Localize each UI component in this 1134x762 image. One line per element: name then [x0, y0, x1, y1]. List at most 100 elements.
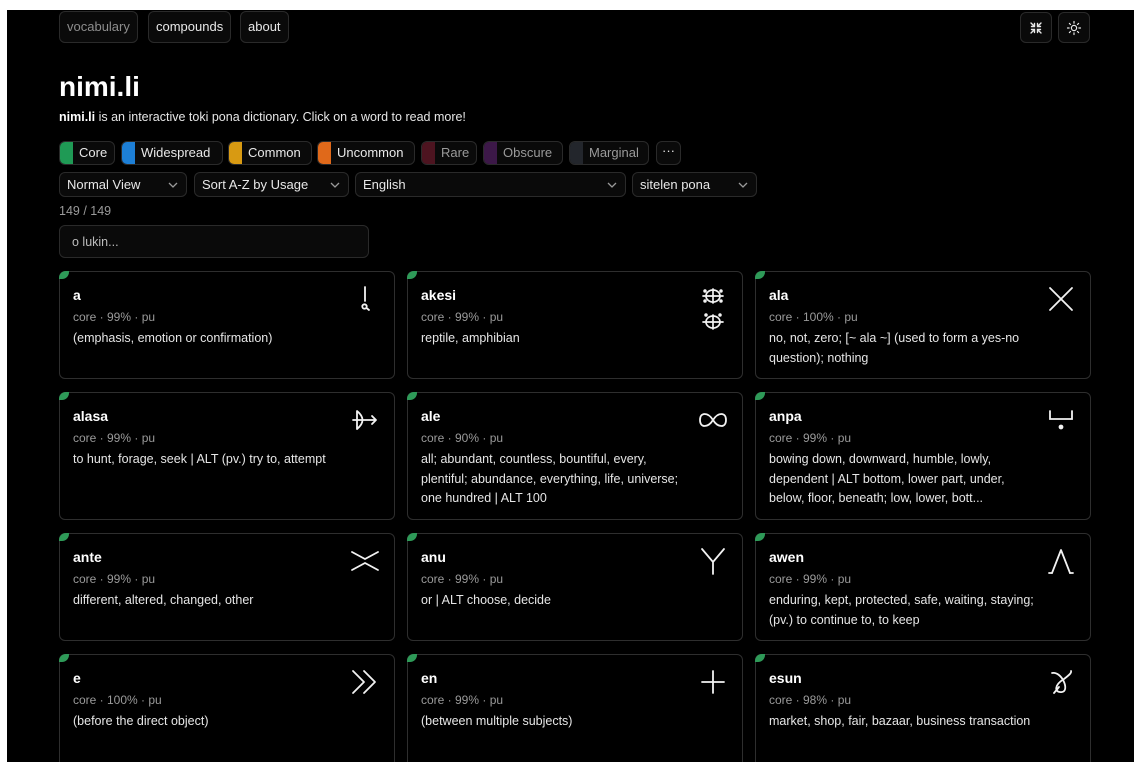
core-leaf-icon [755, 533, 765, 541]
word-card-ale[interactable]: ale core · 90% · pu all; abundant, count… [407, 392, 743, 520]
tab-vocabulary[interactable]: vocabulary [59, 11, 138, 43]
word-name: ante [73, 549, 102, 565]
word-name: ala [769, 287, 789, 303]
word-card-anu[interactable]: anu core · 99% · pu or | ALT choose, dec… [407, 533, 743, 641]
word-meta: core · 99% · pu [421, 572, 504, 586]
word-card-e[interactable]: e core · 100% · pu (before the direct ob… [59, 654, 395, 762]
script-select[interactable]: sitelen pona [632, 172, 757, 197]
word-meta: core · 99% · pu [73, 572, 156, 586]
core-leaf-icon [59, 392, 69, 400]
filter-chip-rare[interactable]: Rare [421, 141, 477, 165]
collapse-icon [1030, 21, 1042, 34]
ante-glyph-icon [348, 544, 382, 578]
core-leaf-icon [407, 392, 417, 400]
result-count: 149 / 149 [59, 204, 112, 218]
core-leaf-icon [59, 533, 69, 541]
word-definition: enduring, kept, protected, safe, waiting… [769, 593, 1034, 627]
word-card-alasa[interactable]: alasa core · 99% · pu to hunt, forage, s… [59, 392, 395, 520]
filter-chip-common[interactable]: Common [228, 141, 312, 165]
word-meta: core · 100% · pu [73, 693, 162, 707]
core-leaf-icon [755, 271, 765, 279]
app-window: vocabulary compounds about nimi.li nimi.… [7, 10, 1134, 762]
word-name: anpa [769, 408, 802, 424]
view-select[interactable]: Normal View [59, 172, 187, 197]
core-leaf-icon [407, 271, 417, 279]
word-meta: core · 99% · pu [421, 693, 504, 707]
word-name: awen [769, 549, 805, 565]
anu-glyph-icon [696, 544, 730, 578]
word-definition: reptile, amphibian [421, 331, 520, 345]
sort-select[interactable]: Sort A-Z by Usage [194, 172, 349, 197]
word-meta: core · 90% · pu [421, 431, 504, 445]
core-swatch [60, 142, 73, 164]
language-select[interactable]: English [355, 172, 626, 197]
core-leaf-icon [59, 271, 69, 279]
core-leaf-icon [755, 654, 765, 662]
word-name: alasa [73, 408, 109, 424]
word-meta: core · 99% · pu [769, 572, 852, 586]
chevron-down-icon [168, 182, 178, 188]
marginal-swatch [570, 142, 583, 164]
word-meta: core · 98% · pu [769, 693, 852, 707]
tab-compounds[interactable]: compounds [148, 11, 232, 43]
word-card-a[interactable]: a core · 99% · pu (emphasis, emotion or … [59, 271, 395, 379]
rare-swatch [422, 142, 435, 164]
core-leaf-icon [407, 533, 417, 541]
word-name: akesi [421, 287, 457, 303]
alasa-glyph-icon [348, 403, 382, 437]
word-card-ante[interactable]: ante core · 99% · pu different, altered,… [59, 533, 395, 641]
a-glyph-icon [348, 282, 382, 316]
intro-description: is an interactive toki pona dictionary. … [95, 110, 466, 124]
word-name: ale [421, 408, 441, 424]
core-leaf-icon [59, 654, 69, 662]
word-meta: core · 99% · pu [421, 310, 504, 324]
widespread-swatch [122, 142, 135, 164]
akesi-glyph-icon [696, 286, 730, 344]
theme-toggle-button[interactable] [1058, 12, 1090, 43]
filter-chip-obscure[interactable]: Obscure [483, 141, 563, 165]
search-input[interactable] [59, 225, 369, 258]
word-definition: to hunt, forage, seek | ALT (pv.) try to… [73, 452, 326, 466]
word-card-anpa[interactable]: anpa core · 99% · pu bowing down, downwa… [755, 392, 1091, 520]
tab-about[interactable]: about [240, 11, 289, 43]
word-name: en [421, 670, 438, 686]
core-leaf-icon [407, 654, 417, 662]
uncommon-swatch [318, 142, 331, 164]
word-name: a [73, 287, 81, 303]
word-meta: core · 99% · pu [769, 431, 852, 445]
page-title: nimi.li [59, 71, 140, 102]
chevron-down-icon [330, 182, 340, 188]
chevron-down-icon [738, 182, 748, 188]
filter-chip-widespread[interactable]: Widespread [121, 141, 223, 165]
esun-glyph-icon [1044, 665, 1078, 699]
sun-icon [1066, 20, 1082, 35]
top-nav: vocabulary compounds about [59, 11, 1091, 43]
word-card-esun[interactable]: esun core · 98% · pu market, shop, fair,… [755, 654, 1091, 762]
word-definition: bowing down, downward, humble, lowly, de… [769, 452, 1005, 505]
filter-chip-core[interactable]: Core [59, 141, 115, 165]
word-name: anu [421, 549, 446, 565]
chevron-down-icon [607, 182, 617, 188]
intro-brand: nimi.li [59, 110, 96, 124]
en-glyph-icon [696, 665, 730, 699]
word-meta: core · 100% · pu [769, 310, 858, 324]
more-filters-button[interactable]: ··· [656, 141, 681, 165]
word-definition: different, altered, changed, other [73, 593, 254, 607]
collapse-button[interactable] [1020, 12, 1052, 43]
anpa-glyph-icon [1044, 403, 1078, 437]
word-definition: market, shop, fair, bazaar, business tra… [769, 714, 1031, 728]
word-card-akesi[interactable]: akesi core · 99% · pu reptile, amphibian [407, 271, 743, 379]
obscure-swatch [484, 142, 497, 164]
word-definition: (between multiple subjects) [421, 714, 573, 728]
filter-chip-marginal[interactable]: Marginal [569, 141, 649, 165]
word-name: e [73, 670, 81, 686]
word-card-ala[interactable]: ala core · 100% · pu no, not, zero; [~ a… [755, 271, 1091, 379]
awen-glyph-icon [1044, 544, 1078, 578]
word-card-en[interactable]: en core · 99% · pu (between multiple sub… [407, 654, 743, 762]
word-definition: (emphasis, emotion or confirmation) [73, 331, 273, 345]
word-definition: (before the direct object) [73, 714, 209, 728]
core-leaf-icon [755, 392, 765, 400]
word-card-awen[interactable]: awen core · 99% · pu enduring, kept, pro… [755, 533, 1091, 641]
filter-chip-uncommon[interactable]: Uncommon [317, 141, 415, 165]
ale-glyph-icon [696, 403, 730, 437]
